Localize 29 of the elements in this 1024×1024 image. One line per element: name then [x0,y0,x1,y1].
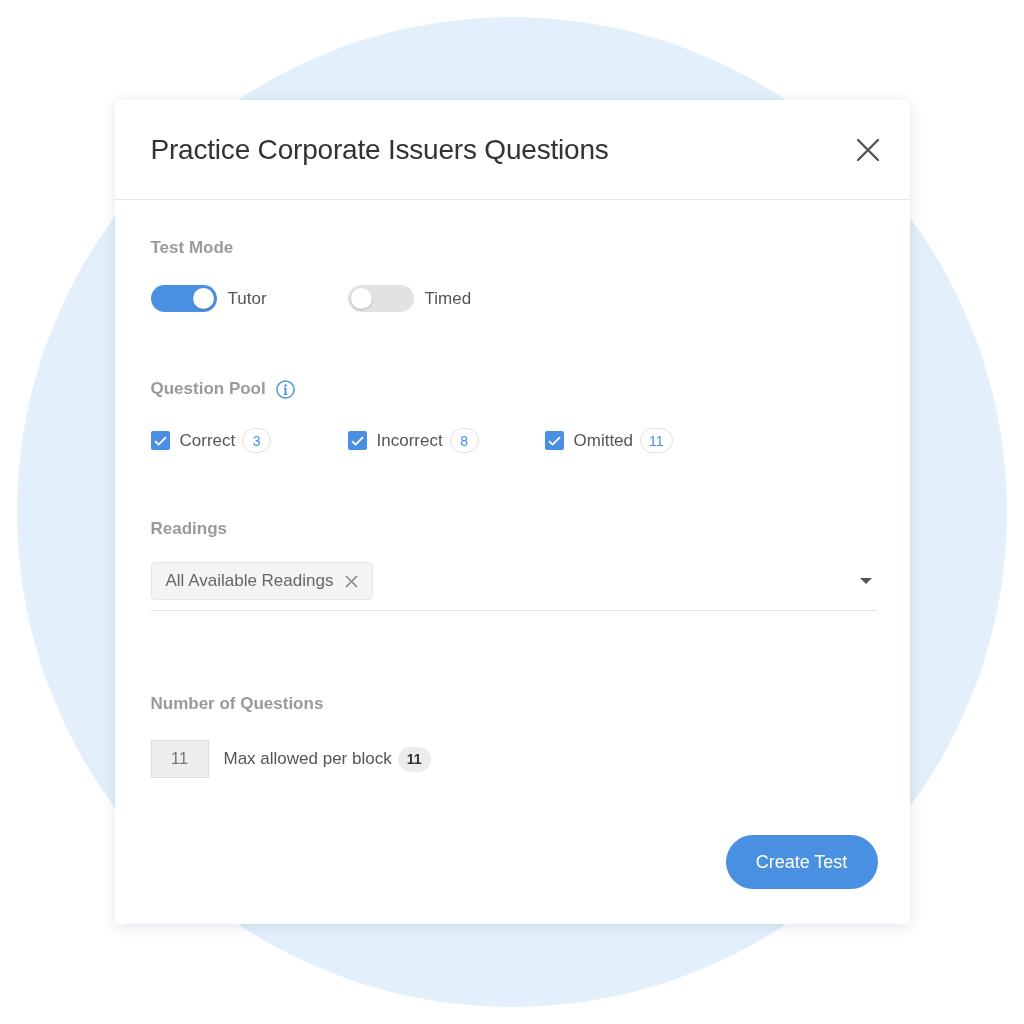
checkbox-label: Correct [179,430,236,451]
remove-icon[interactable] [345,574,359,588]
section-label: Readings [150,519,228,539]
toggle-switch[interactable] [347,285,414,312]
toggle-label: Tutor [227,288,267,309]
number-input[interactable]: 11 [150,740,209,778]
toggle-label: Timed [424,288,472,309]
toggle-switch[interactable] [150,285,217,312]
close-button[interactable] [855,137,880,162]
section-label: Test Mode [150,238,234,258]
caret-icon[interactable] [859,578,872,584]
section-label: Number of Questions [150,694,324,714]
checkmark-icon [350,435,364,446]
checkbox-label: Omitted [573,430,634,451]
create-test-button[interactable]: Create Test [725,835,878,889]
max-count-badge: 11 [397,746,431,772]
checkbox[interactable] [150,431,170,450]
section-label: Question Pool [150,379,266,399]
dialog-title: Practice Corporate Issuers Questions [150,133,609,166]
checkmark-icon [547,435,561,446]
close-icon [856,138,879,161]
checkbox[interactable] [347,431,367,450]
checkbox[interactable] [544,431,564,450]
readings-select[interactable]: All Available Readings [150,562,877,611]
tag-label: All Available Readings [165,571,334,591]
checkmark-icon [153,435,167,446]
checkbox-label: Incorrect [376,430,443,451]
info-icon[interactable] [275,379,295,399]
max-label: Max allowed per block [223,749,392,769]
